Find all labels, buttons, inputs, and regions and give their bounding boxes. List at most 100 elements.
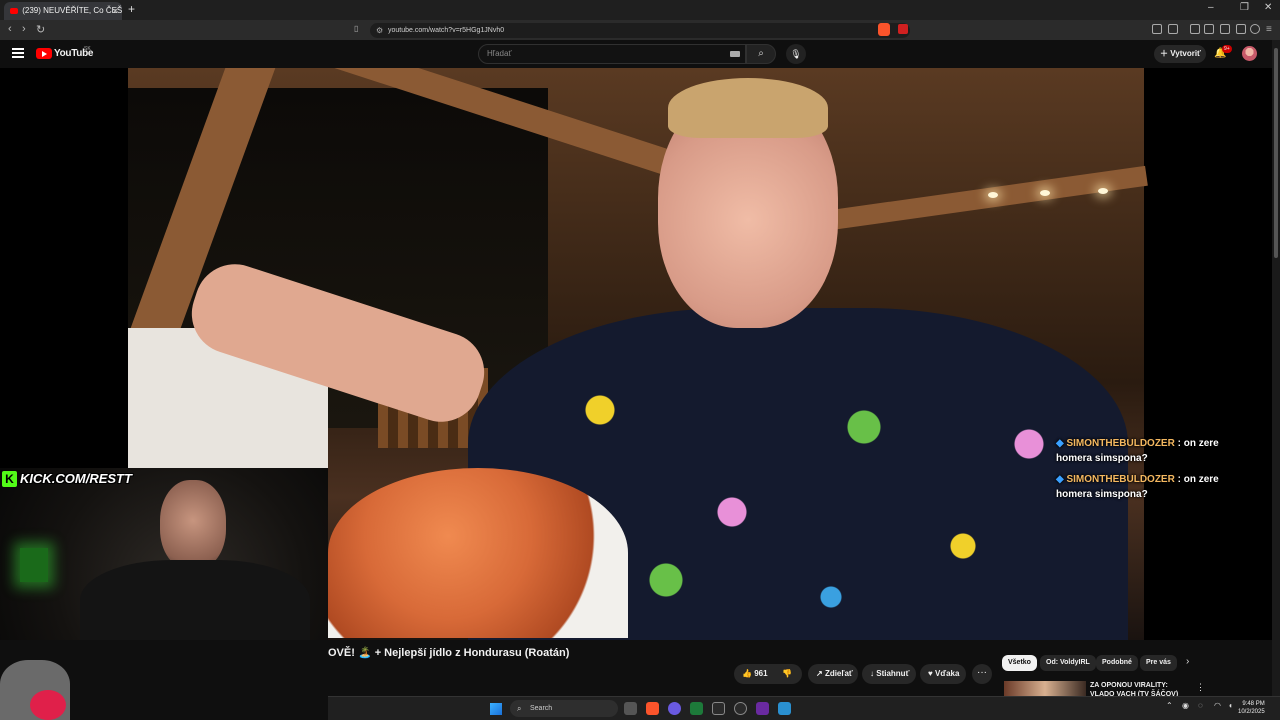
microphone-icon: 🎙 bbox=[790, 49, 802, 59]
create-button[interactable]: ＋ Vytvoriť bbox=[1154, 45, 1206, 63]
chat-username: SIMONTHEBULDOZER bbox=[1066, 474, 1175, 485]
windows-start-icon[interactable] bbox=[490, 703, 502, 715]
media-icon[interactable] bbox=[1190, 24, 1200, 34]
kick-url: KICK.COM/RESTT bbox=[20, 471, 132, 486]
brave-rewards-icon[interactable] bbox=[898, 24, 908, 34]
chip-from-channel[interactable]: Od: VoldyIRL bbox=[1040, 655, 1096, 671]
tray-app-icon[interactable]: ◉ bbox=[1182, 701, 1189, 710]
green-light bbox=[20, 548, 48, 582]
gem-icon: ◆ bbox=[1056, 438, 1064, 449]
minimize-button[interactable]: – bbox=[1208, 2, 1214, 13]
notification-count-badge: 9+ bbox=[1222, 45, 1232, 53]
download-label: Stiahnuť bbox=[876, 669, 910, 678]
browser-address-bar: ‹ › ↻ ▯ ⚙ youtube.com/watch?v=r5HGg1JNvh… bbox=[0, 20, 1280, 40]
search-input[interactable]: Hľadať bbox=[478, 44, 746, 64]
share-button[interactable]: ↗ Zdieľať bbox=[808, 664, 858, 684]
more-actions-button[interactable]: ··· bbox=[972, 664, 992, 684]
chat-message: ◆ SIMONTHEBULDOZER : on zere homera sims… bbox=[1056, 436, 1256, 466]
youtube-favicon-icon bbox=[10, 7, 18, 14]
thanks-button[interactable]: ♥ Vďaka bbox=[920, 664, 966, 684]
chip-for-you[interactable]: Pre vás bbox=[1140, 655, 1177, 671]
reader-icon[interactable] bbox=[1204, 24, 1214, 34]
kick-logo-icon: K bbox=[2, 471, 17, 487]
thanks-icon: ♥ bbox=[928, 669, 935, 678]
chevron-right-icon[interactable]: › bbox=[1186, 656, 1189, 667]
guide-menu-icon[interactable] bbox=[12, 48, 24, 58]
extension-icon[interactable] bbox=[1152, 24, 1162, 34]
wallet-icon[interactable] bbox=[1220, 24, 1230, 34]
taskbar-clock[interactable]: 9:48 PM 10/2/2025 bbox=[1238, 700, 1265, 716]
chat-username: SIMONTHEBULDOZER bbox=[1066, 438, 1175, 449]
wooden-beam bbox=[828, 165, 1148, 231]
clock-date: 10/2/2025 bbox=[1238, 709, 1265, 715]
keyboard-icon[interactable] bbox=[730, 51, 740, 57]
streamer-body bbox=[80, 560, 310, 640]
terminal-app-icon[interactable] bbox=[712, 702, 725, 715]
github-app-icon[interactable] bbox=[734, 702, 747, 715]
brave-app-icon[interactable] bbox=[646, 702, 659, 715]
youtube-header: YouTube SK Hľadať ⌕ 🎙 ＋ Vytvoriť 🔔 9+ bbox=[0, 40, 1280, 68]
youtube-logo-icon[interactable] bbox=[36, 48, 52, 59]
browser-tab-bar: (239) NEUVĚŘÍTE, Co ČEŠI Pr... × + – ❐ ✕ bbox=[0, 0, 1280, 20]
ceiling-light bbox=[1098, 188, 1108, 194]
search-button[interactable]: ⌕ bbox=[746, 44, 776, 64]
tab-title: (239) NEUVĚŘÍTE, Co ČEŠI Pr... bbox=[22, 6, 122, 15]
new-tab-button[interactable]: + bbox=[128, 2, 135, 16]
lobster-plate bbox=[328, 468, 628, 638]
mascot-accent bbox=[30, 690, 66, 720]
back-button[interactable]: ‹ bbox=[8, 23, 12, 35]
chip-all[interactable]: Všetko bbox=[1002, 655, 1037, 671]
create-label: Vytvoriť bbox=[1170, 49, 1201, 58]
taskbar-search-label: Search bbox=[530, 705, 553, 712]
ceiling-light bbox=[1040, 190, 1050, 196]
share-icon: ↗ bbox=[816, 669, 825, 678]
brave-shields-icon[interactable] bbox=[878, 23, 890, 36]
site-info-icon[interactable]: ⚙ bbox=[376, 23, 383, 38]
bookmark-icon[interactable]: ▯ bbox=[354, 24, 358, 33]
scrollbar-thumb[interactable] bbox=[1274, 48, 1278, 258]
menu-icon[interactable]: ≡ bbox=[1266, 24, 1272, 35]
profile-icon[interactable] bbox=[1250, 24, 1260, 34]
search-icon: ⌕ bbox=[517, 704, 522, 713]
streamer-face bbox=[160, 480, 226, 570]
recommended-menu-icon[interactable]: ⋮ bbox=[1196, 682, 1205, 693]
like-count: 961 bbox=[754, 669, 768, 678]
close-window-button[interactable]: ✕ bbox=[1264, 2, 1272, 13]
cursor-app-icon[interactable] bbox=[778, 702, 791, 715]
chat-message: ◆ SIMONTHEBULDOZER : on zere homera sims… bbox=[1056, 472, 1256, 502]
forward-button[interactable]: › bbox=[22, 23, 26, 35]
voice-search-button[interactable]: 🎙 bbox=[786, 44, 806, 64]
thumbs-up-icon: 👍 bbox=[742, 669, 755, 678]
like-button[interactable]: 👍 961 👎 bbox=[734, 664, 802, 684]
premiere-app-icon[interactable] bbox=[756, 702, 769, 715]
url-field[interactable]: ⚙ youtube.com/watch?v=r5HGg1JNvh0 bbox=[370, 23, 910, 38]
share-label: Zdieľať bbox=[824, 669, 853, 678]
windows-taskbar: ⌕ Search ⌃ ◉ ◌ ◠ ◖ 9:48 PM 10/2/2025 bbox=[328, 696, 1280, 720]
reload-button[interactable]: ↻ bbox=[36, 23, 45, 36]
tray-app-icon[interactable]: ◌ bbox=[1198, 701, 1203, 710]
download-button[interactable]: ↓ Stiahnuť bbox=[862, 664, 916, 684]
thumbs-down-icon[interactable]: 👎 bbox=[782, 664, 792, 684]
sidebar-icon[interactable] bbox=[1168, 24, 1178, 34]
clock-time: 9:48 PM bbox=[1242, 701, 1265, 707]
vpn-icon[interactable] bbox=[1236, 24, 1246, 34]
tray-chevron-icon[interactable]: ⌃ bbox=[1166, 701, 1173, 710]
tab-close-icon[interactable]: × bbox=[113, 2, 118, 20]
search-icon: ⌕ bbox=[758, 48, 764, 59]
taskbar-search[interactable]: ⌕ Search bbox=[510, 700, 618, 717]
video-player[interactable]: ◆ SIMONTHEBULDOZER : on zere homera sims… bbox=[0, 68, 1272, 640]
wifi-icon[interactable]: ◠ bbox=[1214, 701, 1221, 710]
kick-banner: K KICK.COM/RESTT bbox=[0, 468, 136, 490]
excel-app-icon[interactable] bbox=[690, 702, 703, 715]
url-text: youtube.com/watch?v=r5HGg1JNvh0 bbox=[388, 27, 505, 34]
user-avatar[interactable] bbox=[1242, 46, 1257, 61]
discord-app-icon[interactable] bbox=[668, 702, 681, 715]
video-title: OVĚ! 🏝️ + Nejlepší jídlo z Hondurasu (Ro… bbox=[328, 647, 570, 659]
browser-tab-active[interactable]: (239) NEUVĚŘÍTE, Co ČEŠI Pr... × bbox=[4, 2, 122, 20]
chip-related[interactable]: Podobné bbox=[1096, 655, 1138, 671]
task-view-icon[interactable] bbox=[624, 702, 637, 715]
gem-icon: ◆ bbox=[1056, 474, 1064, 485]
ceiling-light bbox=[988, 192, 998, 198]
volume-icon[interactable]: ◖ bbox=[1228, 701, 1233, 710]
maximize-button[interactable]: ❐ bbox=[1240, 2, 1249, 13]
